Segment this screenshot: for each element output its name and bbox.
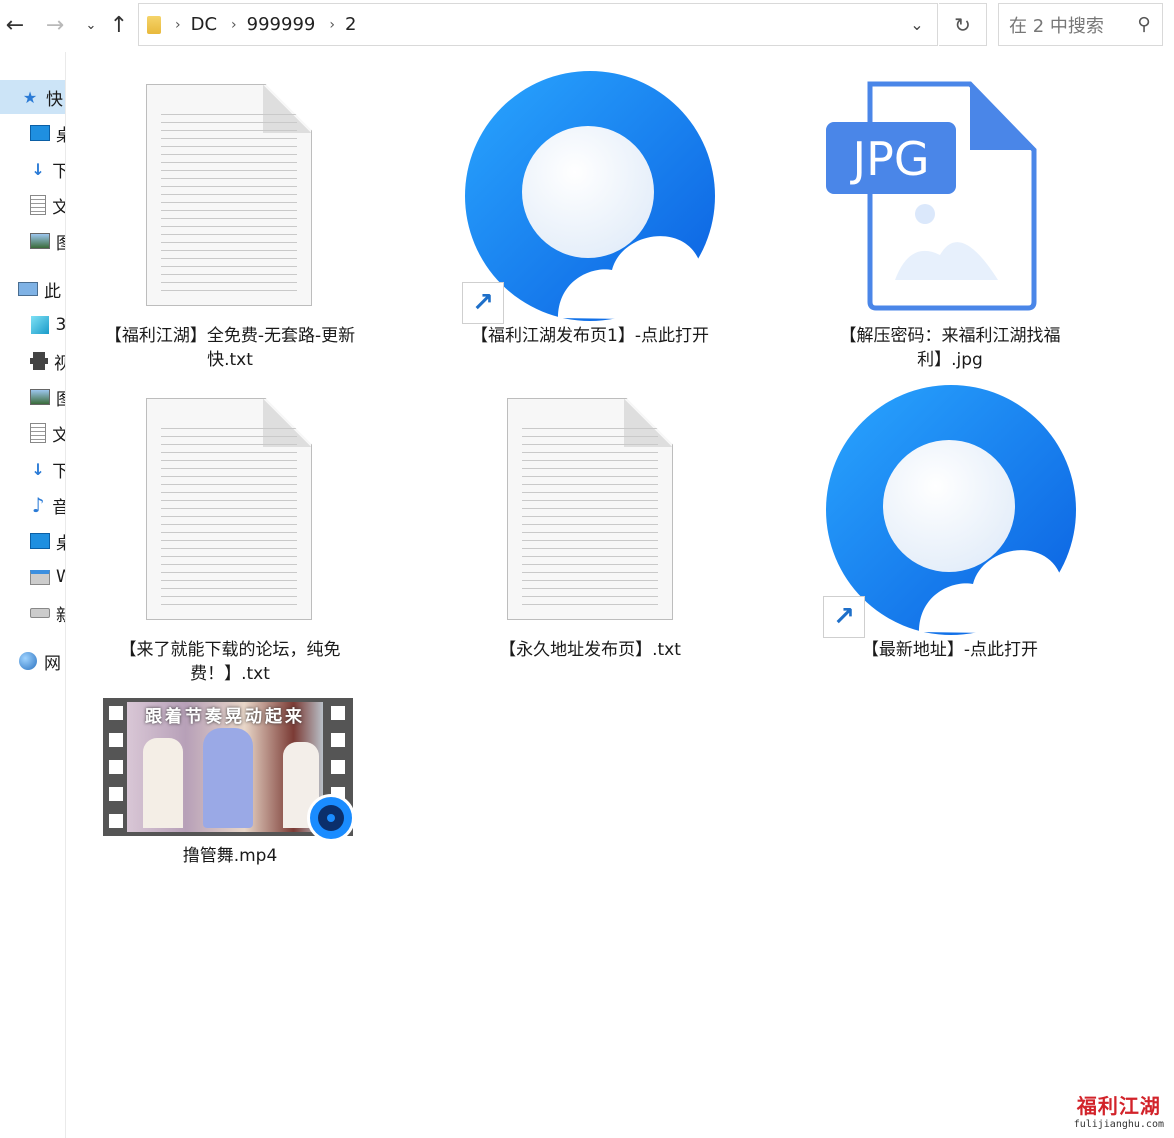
document-icon [30,423,47,443]
file-item[interactable]: JPG 【解压密码：来福利江湖找福利】.jpg [800,70,1100,380]
jpg-badge-text: JPG [850,132,930,186]
sidebar-item-pictures[interactable]: 图 [0,224,65,258]
sidebar-item-documents[interactable]: 文 [0,188,65,222]
breadcrumb-separator-icon[interactable]: › [329,17,335,33]
picture-icon [30,387,50,407]
shortcut-arrow-icon: ↗ [823,596,865,638]
watermark-url: fulijianghu.com [1073,1119,1164,1130]
jpg-file-icon: JPG [826,81,1037,311]
file-name: 【最新地址】-点此打开 [861,640,1039,660]
breadcrumb-separator-icon: › [175,16,181,33]
file-item[interactable]: 【来了就能下载的论坛，纯免费！】.txt [80,384,380,694]
video-player-icon [307,794,355,842]
watermark-title: 福利江湖 [1076,1094,1161,1118]
file-item[interactable]: 跟着节奏晃动起来 撸管舞.mp4 [80,698,380,878]
download-icon: ↓ [31,159,45,179]
sidebar-item-drive[interactable]: 新 [0,596,65,630]
navigation-pane: ★快 桌 ↓下 文 图 此 3 视 图 文 ↓下 ♪音 桌 W 新 网 [0,52,66,1138]
video-icon [30,351,48,371]
document-icon [30,195,47,215]
picture-icon [30,231,50,251]
file-name: 【福利江湖】全免费-无套路-更新快.txt [104,326,356,370]
search-input[interactable]: 在 2 中搜索 [1009,12,1126,38]
breadcrumb-item[interactable]: 999999 [247,14,316,35]
text-file-icon [146,398,312,620]
arrow-right-icon: → [45,12,65,38]
sidebar-item-pictures-2[interactable]: 图 [0,380,65,414]
download-icon: ↓ [31,459,45,479]
file-name: 【解压密码：来福利江湖找福利】.jpg [839,326,1061,370]
file-name: 【福利江湖发布页1】-点此打开 [471,326,709,346]
sidebar-item-downloads[interactable]: ↓下 [0,152,65,186]
sidebar-item-3d-objects[interactable]: 3 [0,308,65,342]
sidebar-item-documents-2[interactable]: 文 [0,416,65,450]
breadcrumb-item[interactable]: 2 [345,14,356,35]
sidebar-item-videos[interactable]: 视 [0,344,65,378]
sidebar-item-desktop-2[interactable]: 桌 [0,524,65,558]
star-icon: ★ [22,87,38,107]
music-icon: ♪ [31,493,45,517]
video-thumbnail: 跟着节奏晃动起来 [103,698,355,842]
up-button[interactable]: ↑ [104,8,134,42]
watermark-logo: 福利江湖 fulijianghu.com [1074,1090,1164,1130]
breadcrumb-item[interactable]: DC [191,14,217,35]
text-file-icon [146,84,312,306]
address-bar[interactable]: › DC › 999999 › 2 ⌄ [138,3,938,46]
forward-button[interactable]: → [40,8,70,42]
arrow-up-icon: ↑ [109,12,129,38]
sidebar-item-this-pc[interactable]: 此 [0,272,65,306]
search-icon: ⚲ [1137,14,1151,35]
sidebar-item-windows-drive[interactable]: W [0,560,65,594]
address-toolbar: ← → ⌄ ↑ › DC › 999999 › 2 ⌄ ↻ 在 2 中搜索 ⚲ [0,0,1174,52]
refresh-button[interactable]: ↻ [939,3,987,46]
windows-drive-icon [30,567,50,587]
network-icon [18,651,38,671]
desktop-icon [30,123,50,143]
file-name: 【永久地址发布页】.txt [499,640,681,660]
chevron-down-icon: ⌄ [910,15,924,34]
file-name: 撸管舞.mp4 [182,846,278,866]
text-file-icon [507,398,673,620]
desktop-icon [30,531,50,551]
sidebar-item-desktop[interactable]: 桌 [0,116,65,150]
back-button[interactable]: ← [0,8,30,42]
sidebar-item-music[interactable]: ♪音 [0,488,65,522]
arrow-left-icon: ← [5,12,25,38]
file-item[interactable]: 【福利江湖】全免费-无套路-更新快.txt [80,70,380,380]
refresh-icon: ↻ [954,12,971,37]
sidebar-item-downloads-2[interactable]: ↓下 [0,452,65,486]
folder-icon [147,15,161,34]
file-name: 【来了就能下载的论坛，纯免费！】.txt [119,640,341,684]
file-item[interactable]: ↗ 【最新地址】-点此打开 [800,384,1100,694]
shortcut-arrow-icon: ↗ [462,282,504,324]
drive-icon [30,603,50,623]
thumbnail-caption: 跟着节奏晃动起来 [145,707,305,727]
address-dropdown-button[interactable]: ⌄ [897,4,937,45]
search-box[interactable]: 在 2 中搜索 ⚲ [998,3,1163,46]
recent-locations-button[interactable]: ⌄ [76,8,106,42]
chevron-down-icon: ⌄ [85,17,97,33]
breadcrumb-separator-icon[interactable]: › [231,17,237,33]
3d-objects-icon [30,315,49,335]
pc-icon [18,279,38,299]
file-item[interactable]: 【永久地址发布页】.txt [440,384,740,694]
sidebar-item-quick-access[interactable]: ★ 快 [0,80,65,114]
file-item[interactable]: ↗ 【福利江湖发布页1】-点此打开 [440,70,740,380]
sidebar-item-network[interactable]: 网 [0,644,65,678]
